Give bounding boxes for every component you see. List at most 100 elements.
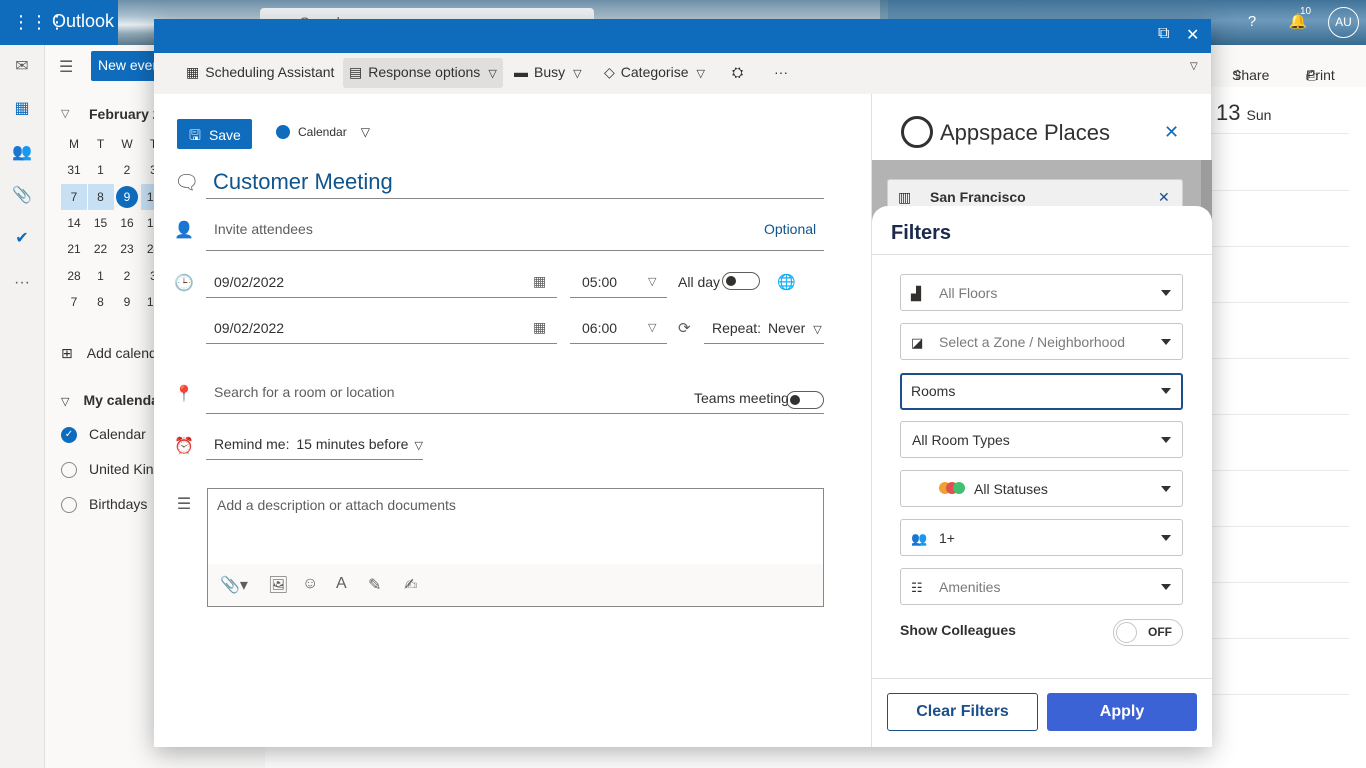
close-icon[interactable]: ✕ (1164, 122, 1179, 143)
more-apps-icon[interactable]: ··· (10, 271, 34, 295)
pen-icon[interactable]: ✎ (368, 575, 381, 595)
reminder-select[interactable]: Remind me: 15 minutes before ▽ (206, 428, 423, 460)
people-icon[interactable]: 👥 (10, 141, 34, 165)
event-title-input[interactable]: Customer Meeting (206, 167, 824, 199)
clear-filters-button[interactable]: Clear Filters (887, 693, 1038, 731)
show-colleagues-toggle[interactable]: OFF (1113, 619, 1183, 646)
caret-down-icon (1161, 486, 1171, 492)
chevron-down-icon: ▽ (360, 125, 370, 139)
appspace-logo-icon (901, 116, 933, 148)
chevron-down-icon: ▽ (696, 68, 705, 80)
mini-calendar-day[interactable]: 22 (88, 236, 114, 262)
optional-attendees-link[interactable]: Optional (764, 221, 816, 237)
chevron-down-icon: ▽ (488, 68, 497, 80)
floors-dropdown[interactable]: ▟ All Floors (900, 274, 1183, 311)
mini-calendar-day[interactable]: 14 (61, 210, 87, 236)
zone-dropdown[interactable]: ◪ Select a Zone / Neighborhood (900, 323, 1183, 360)
mail-icon[interactable]: ✉ (10, 55, 34, 79)
chevron-down-icon: ▽ (648, 276, 657, 288)
mini-calendar-day[interactable]: 8 (87, 183, 114, 210)
weekday-header: T (96, 137, 105, 151)
mini-calendar-day[interactable]: 28 (61, 263, 87, 289)
close-icon[interactable]: ✕ (1186, 25, 1199, 45)
image-icon[interactable]: 🖼 (268, 575, 288, 595)
mini-calendar-day[interactable]: 8 (88, 289, 114, 315)
appspace-places-panel: Appspace Places ✕ ▥ San Francisco ✕ Filt… (871, 94, 1212, 747)
avatar[interactable]: AU (1328, 7, 1359, 38)
globe-timezone-icon[interactable]: 🌐 (777, 273, 796, 291)
todo-check-icon[interactable]: ✔ (10, 227, 34, 251)
categorise-button[interactable]: ◇ Categorise ▽ (598, 58, 711, 88)
space-type-dropdown[interactable]: Rooms (900, 373, 1183, 410)
mini-calendar-day[interactable]: 15 (88, 210, 114, 236)
calendar-item[interactable]: ✓ Calendar (61, 426, 146, 444)
capacity-dropdown[interactable]: 👥 1+ (900, 519, 1183, 556)
dialog-titlebar: ⧉ ✕ (154, 19, 1211, 53)
description-editor[interactable]: Add a description or attach documents 📎▾… (207, 488, 824, 607)
room-types-dropdown[interactable]: All Room Types (900, 421, 1183, 458)
paperclip-icon[interactable]: 📎 (10, 184, 34, 208)
chevron-down-icon: ▽ (648, 322, 657, 334)
city-name: San Francisco (930, 189, 1026, 205)
invite-attendees-input[interactable]: Invite attendees (206, 213, 824, 251)
save-button[interactable]: 🖫 Save (177, 119, 252, 149)
hamburger-icon[interactable]: ☰ (59, 57, 73, 77)
mini-calendar-day[interactable]: 7 (61, 183, 87, 210)
mini-calendar-day[interactable]: 2 (114, 157, 140, 183)
busy-button[interactable]: ▬ Busy ▽ (508, 58, 588, 88)
event-ribbon: ▦ Scheduling Assistant ▤ Response options ▽… (154, 53, 1211, 94)
paperclip-icon[interactable]: 📎▾ (220, 575, 248, 595)
statuses-dropdown[interactable]: All Statuses (900, 470, 1183, 507)
empty-circle-icon (61, 462, 77, 479)
calendar-item[interactable]: Birthdays (61, 496, 147, 514)
more-options-button[interactable]: ··· (768, 58, 794, 88)
mini-calendar-day[interactable]: 1 (88, 157, 114, 183)
chevron-down-icon: ▽ (573, 68, 582, 80)
chevron-down-icon[interactable]: ▽ (61, 107, 69, 120)
apply-button[interactable]: Apply (1047, 693, 1197, 731)
caret-down-icon (1161, 290, 1171, 296)
mini-calendar-day[interactable]: 31 (61, 157, 87, 183)
signature-icon[interactable]: ✍ (404, 575, 417, 595)
end-date-input[interactable]: 09/02/2022 (206, 315, 557, 344)
close-icon[interactable]: ✕ (1158, 189, 1170, 206)
response-options-button[interactable]: ▤ Response options ▽ (343, 58, 503, 88)
calendar-selector[interactable]: Calendar ▽ (276, 125, 370, 139)
grid-line (1211, 526, 1349, 527)
add-calendar-link[interactable]: ⊞ Add calendar (61, 345, 169, 362)
all-day-toggle[interactable] (722, 272, 760, 290)
app-launcher-icon[interactable]: ⋮⋮⋮ (12, 12, 66, 32)
mini-calendar-day[interactable]: 23 (114, 236, 140, 262)
mini-calendar-day[interactable]: 1 (88, 263, 114, 289)
chat-icon: 🗨 (174, 172, 200, 194)
amenities-dropdown[interactable]: ☷ Amenities (900, 568, 1183, 605)
scheduling-assistant-button[interactable]: ▦ Scheduling Assistant (180, 58, 340, 88)
teams-meeting-toggle[interactable] (786, 391, 824, 409)
immersive-reader-icon[interactable]: ⛭ (726, 58, 749, 88)
calendar-icon[interactable]: ▦ (10, 97, 34, 121)
places-title: Appspace Places (940, 120, 1110, 145)
format-text-icon[interactable]: A (336, 575, 347, 593)
mini-calendar-day[interactable]: 9 (116, 185, 138, 208)
mini-calendar-day[interactable]: 21 (61, 236, 87, 262)
grid-line (1211, 302, 1349, 303)
repeat-select[interactable]: Repeat: Never ▽ (704, 315, 824, 344)
mini-calendar-day[interactable]: 9 (114, 289, 140, 315)
grid-line (1211, 582, 1349, 583)
start-date-input[interactable]: 09/02/2022 (206, 269, 557, 298)
app-rail: ✉ ▦ 👥 📎 ✔ ··· (0, 45, 45, 768)
checked-circle-icon: ✓ (61, 427, 77, 444)
calendar-picker-icon[interactable]: ▦ (533, 319, 546, 336)
caret-down-icon (1161, 388, 1171, 394)
emoji-icon[interactable]: ☺ (302, 575, 318, 593)
weekday-header: W (121, 137, 133, 151)
mini-calendar-day[interactable]: 16 (114, 210, 140, 236)
mini-calendar-day[interactable]: 7 (61, 289, 87, 315)
grid-line (1211, 638, 1349, 639)
filters-sheet: Filters ▟ All Floors ◪ Select a Zone / N… (872, 206, 1212, 747)
chevron-down-icon[interactable]: ▽ (1190, 61, 1198, 91)
help-icon[interactable]: ? (1240, 10, 1264, 34)
mini-calendar-day[interactable]: 2 (114, 263, 140, 289)
calendar-picker-icon[interactable]: ▦ (533, 273, 546, 290)
pop-out-icon[interactable]: ⧉ (1158, 25, 1169, 43)
